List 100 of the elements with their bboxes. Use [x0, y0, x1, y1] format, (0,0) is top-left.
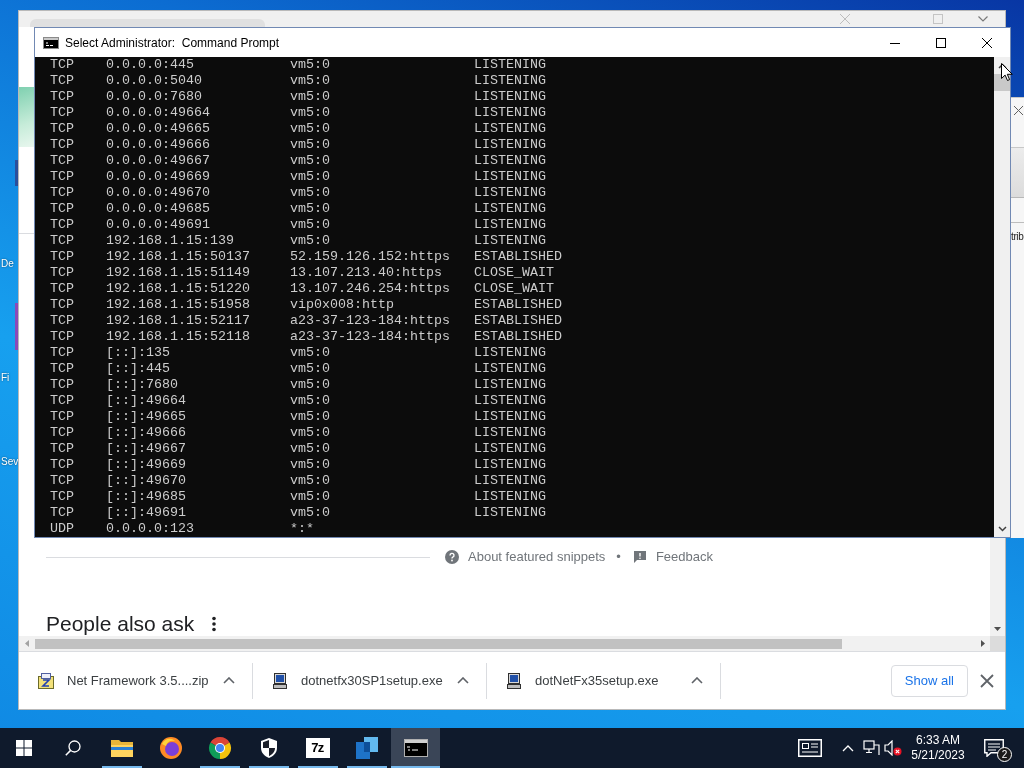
connection-state: LISTENING	[474, 489, 546, 505]
protocol-text: TCP	[50, 265, 74, 281]
foreign-address: vm5:0	[290, 137, 330, 153]
app-window-icon[interactable]	[354, 736, 379, 760]
protocol-text: TCP	[50, 73, 74, 89]
browser-icon[interactable]	[207, 736, 232, 760]
connection-state: LISTENING	[474, 73, 546, 89]
connection-state: LISTENING	[474, 441, 546, 457]
protocol-text: TCP	[50, 425, 74, 441]
vertical-scrollbar[interactable]	[994, 57, 1010, 537]
protocol-text: TCP	[50, 377, 74, 393]
foreign-address: 13.107.213.40:https	[290, 265, 442, 281]
connection-state: ESTABLISHED	[474, 313, 562, 329]
local-address: 0.0.0.0:123	[106, 521, 194, 537]
connection-state: LISTENING	[474, 185, 546, 201]
download-item[interactable]: dotNetFx35setup.exe	[487, 662, 721, 699]
clock-time[interactable]: 6:33 AM	[916, 733, 960, 748]
notifications-button[interactable]: 2	[972, 728, 1016, 768]
network-icon[interactable]	[862, 740, 880, 756]
protocol-text: TCP	[50, 201, 74, 217]
connection-state: CLOSE_WAIT	[474, 281, 554, 297]
news-icon[interactable]	[798, 739, 822, 757]
protocol-text: TCP	[50, 105, 74, 121]
scroll-right-icon[interactable]	[980, 640, 985, 647]
foreign-address: vm5:0	[290, 377, 330, 393]
close-icon[interactable]	[980, 673, 994, 688]
maximize-icon[interactable]	[936, 37, 946, 48]
local-address: [::]:49685	[106, 489, 186, 505]
protocol-text: TCP	[50, 473, 74, 489]
notification-icon[interactable]	[984, 739, 1004, 757]
clock-date[interactable]: 5/21/2023	[911, 748, 965, 763]
local-address: 192.168.1.15:50137	[106, 249, 250, 265]
local-address: [::]:49664	[106, 393, 186, 409]
file-name: dotnetfx30SP1setup.exe	[301, 671, 443, 690]
connection-state: LISTENING	[474, 57, 546, 73]
local-address: 192.168.1.15:51220	[106, 281, 250, 297]
browser-icon[interactable]	[158, 736, 183, 760]
terminal-icon[interactable]	[403, 739, 428, 757]
local-address: 0.0.0.0:49664	[106, 105, 210, 121]
connection-state: ESTABLISHED	[474, 297, 562, 313]
feedback-icon[interactable]	[632, 550, 647, 564]
protocol-text: TCP	[50, 441, 74, 457]
local-address: 192.168.1.15:51149	[106, 265, 250, 281]
connection-state: LISTENING	[474, 233, 546, 249]
more-options-icon[interactable]	[212, 615, 217, 632]
taskbar-app-button[interactable]	[391, 728, 440, 768]
local-address: 0.0.0.0:49665	[106, 121, 210, 137]
link-text[interactable]: Feedback	[655, 547, 713, 567]
connection-state: LISTENING	[474, 105, 546, 121]
computer-icon	[506, 672, 522, 689]
protocol-text: TCP	[50, 361, 74, 377]
close-icon[interactable]	[982, 37, 992, 48]
file-name: Net Framework 3.5....zip	[67, 671, 209, 690]
foreign-address: vm5:0	[290, 153, 330, 169]
archive-app-icon[interactable]: 7z	[305, 738, 330, 758]
download-item[interactable]: Net Framework 3.5....zip	[19, 662, 253, 699]
local-address: [::]:49669	[106, 457, 186, 473]
foreign-address: vm5:0	[290, 505, 330, 521]
show-all-button[interactable]: Show all	[890, 664, 968, 697]
connection-state: LISTENING	[474, 345, 546, 361]
chevron-up-icon[interactable]	[223, 677, 235, 684]
foreign-address: vm5:0	[290, 201, 330, 217]
notification-count: 2	[997, 747, 1012, 762]
local-address: 0.0.0.0:49685	[106, 201, 210, 217]
connection-state: LISTENING	[474, 89, 546, 105]
help-icon[interactable]	[445, 550, 459, 564]
foreign-address: vip0x008:http	[290, 297, 394, 313]
connection-state: LISTENING	[474, 169, 546, 185]
protocol-text: TCP	[50, 121, 74, 137]
horizontal-scrollbar[interactable]	[19, 636, 1005, 651]
chevron-up-icon[interactable]	[691, 677, 703, 684]
local-address: [::]:49666	[106, 425, 186, 441]
connection-state: LISTENING	[474, 505, 546, 521]
foreign-address: vm5:0	[290, 169, 330, 185]
muted-speaker-icon[interactable]	[884, 740, 902, 756]
shield-icon[interactable]	[258, 737, 279, 759]
folder-icon[interactable]	[109, 738, 134, 758]
protocol-text: TCP	[50, 185, 74, 201]
foreign-address: vm5:0	[290, 409, 330, 425]
scroll-down-icon[interactable]	[997, 525, 1007, 532]
scrollbar-thumb[interactable]	[35, 638, 842, 649]
local-address: 0.0.0.0:445	[106, 57, 194, 73]
scroll-down-icon[interactable]	[994, 627, 1001, 631]
local-address: 0.0.0.0:49667	[106, 153, 210, 169]
chevron-up-icon[interactable]	[457, 677, 469, 684]
terminal-icon	[43, 36, 59, 49]
local-address: 0.0.0.0:5040	[106, 73, 202, 89]
local-address: [::]:445	[106, 361, 170, 377]
foreign-address: vm5:0	[290, 105, 330, 121]
local-address: 192.168.1.15:139	[106, 233, 234, 249]
search-icon[interactable]	[64, 740, 81, 756]
link-text[interactable]: About featured snippets	[468, 547, 606, 567]
foreign-address: vm5:0	[290, 361, 330, 377]
protocol-text: TCP	[50, 457, 74, 473]
local-address: 192.168.1.15:52118	[106, 329, 250, 345]
connection-state: LISTENING	[474, 425, 546, 441]
download-item[interactable]: dotnetfx30SP1setup.exe	[253, 662, 487, 699]
protocol-text: TCP	[50, 169, 74, 185]
protocol-text: TCP	[50, 217, 74, 233]
chevron-down-icon[interactable]	[978, 16, 988, 22]
